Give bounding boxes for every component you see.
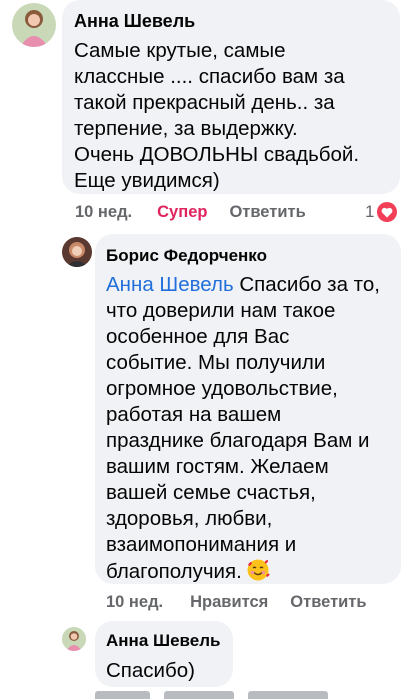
comment-actions-1: 10 нед. Супер Ответить: [75, 203, 306, 222]
like-button[interactable]: Нравится: [190, 593, 268, 612]
reaction-button[interactable]: Супер: [157, 203, 207, 222]
mention-link[interactable]: Анна Шевель: [106, 273, 234, 296]
comment-actions-2: 10 нед. Нравится Ответить: [106, 593, 367, 612]
cut-off-actions-row: [95, 688, 410, 699]
heart-icon: [377, 202, 398, 222]
avatar-anna-small[interactable]: [62, 627, 86, 651]
reaction-count: 1: [365, 202, 375, 221]
comment-time[interactable]: 10 нед.: [75, 203, 132, 222]
comment-text: Самые крутые, самые классные .... спасиб…: [74, 39, 360, 192]
comment-bubble-2: Борис Федорченко Анна Шевель Спасибо за …: [95, 234, 401, 584]
reply-button[interactable]: Ответить: [290, 593, 366, 612]
comment-author[interactable]: Анна Шевель: [106, 630, 220, 652]
comment-time[interactable]: 10 нед.: [106, 593, 163, 612]
smiling-face-with-hearts-icon: [246, 558, 270, 582]
comment-bubble-3: Анна Шевель Спасибо): [95, 621, 233, 687]
reply-button[interactable]: Ответить: [229, 203, 305, 222]
comment-author[interactable]: Анна Шевель: [74, 10, 359, 32]
avatar-anna[interactable]: [12, 3, 56, 47]
comment-text: Спасибо): [106, 659, 195, 682]
comment-text: Анна Шевель Спасибо за то, что доверили …: [106, 273, 380, 583]
comment-bubble-1: Анна Шевель Самые крутые, самые классные…: [62, 0, 400, 194]
comment-author[interactable]: Борис Федорченко: [106, 245, 380, 267]
reaction-summary[interactable]: 1: [365, 202, 398, 222]
avatar-boris[interactable]: [62, 237, 92, 267]
